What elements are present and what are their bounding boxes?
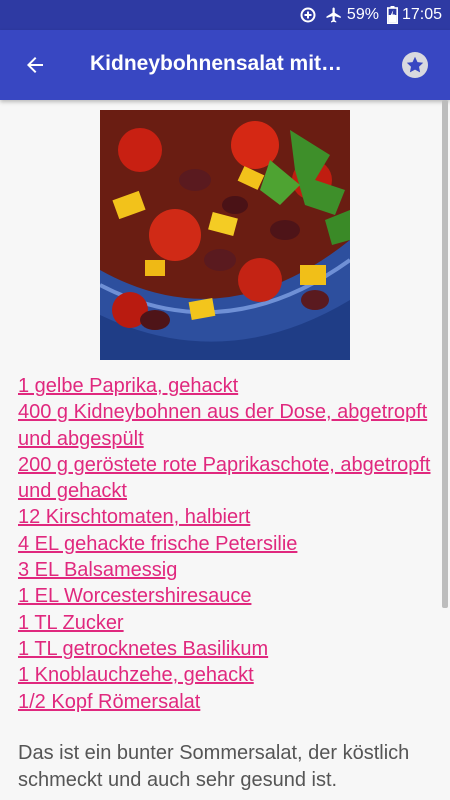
arrow-back-icon xyxy=(27,57,43,73)
ingredient-link[interactable]: 3 EL Balsamessig xyxy=(18,559,177,581)
battery-percent: 59% xyxy=(346,6,379,23)
favorite-button[interactable] xyxy=(400,50,430,80)
ingredient-link[interactable]: 400 g Kidneybohnen aus der Dose, abgetro… xyxy=(18,401,427,449)
status-bar: 59% 17:05 xyxy=(0,0,450,30)
data-saver-icon xyxy=(299,6,317,24)
star-icon xyxy=(402,52,428,78)
airplane-mode-icon xyxy=(325,6,343,24)
recipe-description: Das ist ein bunter Sommersalat, der köst… xyxy=(18,742,410,791)
battery-charging-icon xyxy=(386,6,398,24)
clock: 17:05 xyxy=(401,6,442,23)
ingredient-link[interactable]: 1/2 Kopf Römersalat xyxy=(18,691,200,713)
recipe-image xyxy=(100,110,350,360)
ingredient-list: 1 gelbe Paprika, gehackt 400 g Kidneyboh… xyxy=(18,373,438,715)
app-bar: Kidneybohnensalat mit… xyxy=(0,30,450,100)
ingredient-link[interactable]: 1 TL getrocknetes Basilikum xyxy=(18,638,268,660)
ingredient-link[interactable]: 200 g geröstete rote Paprikaschote, abge… xyxy=(18,454,431,502)
ingredient-link[interactable]: 1 TL Zucker xyxy=(18,612,124,634)
page-title: Kidneybohnensalat mit… xyxy=(90,52,343,75)
ingredient-link[interactable]: 1 gelbe Paprika, gehackt xyxy=(18,375,238,397)
ingredient-link[interactable]: 1 Knoblauchzehe, gehackt xyxy=(18,664,254,686)
ingredient-link[interactable]: 12 Kirschtomaten, halbiert xyxy=(18,506,250,528)
ingredient-link[interactable]: 4 EL gehackte frische Petersilie xyxy=(18,533,297,555)
ingredient-link[interactable]: 1 EL Worcestershiresauce xyxy=(18,585,251,607)
scrollbar[interactable] xyxy=(442,100,448,608)
recipe-content[interactable]: 1 gelbe Paprika, gehackt 400 g Kidneyboh… xyxy=(0,100,450,800)
back-button[interactable] xyxy=(18,50,52,80)
